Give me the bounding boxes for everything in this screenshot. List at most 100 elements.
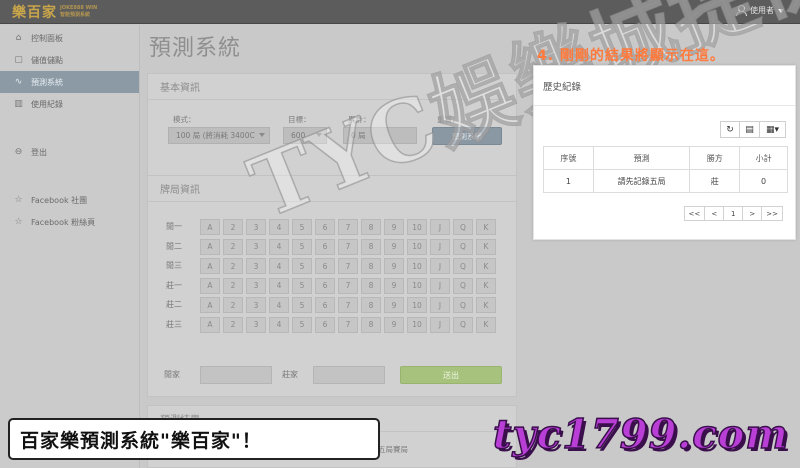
card-button[interactable]: 5 (292, 277, 312, 294)
card-button[interactable]: 8 (361, 219, 381, 235)
card-button[interactable]: 4 (269, 316, 289, 333)
card-button[interactable]: Q (453, 316, 473, 333)
brand-logo[interactable]: 樂百家 JOKE888 WIN 智能預測系統 (12, 3, 97, 21)
card-button[interactable]: 3 (246, 297, 266, 313)
reset-button[interactable]: 預測系統 (432, 127, 502, 145)
sidebar-item-facebook-group[interactable]: ☆ Facebook 社團 (0, 189, 139, 211)
card-button[interactable]: 7 (338, 297, 358, 313)
banker-result-field[interactable] (313, 366, 385, 384)
card-button[interactable]: 10 (407, 238, 427, 255)
sidebar-item-dashboard[interactable]: ⌂ 控制面板 (0, 27, 139, 49)
card-button[interactable]: 2 (223, 316, 243, 333)
columns-button[interactable]: ▤ (740, 121, 760, 138)
card-button[interactable]: J (430, 297, 450, 313)
card-button[interactable]: 2 (223, 258, 243, 274)
mode-select[interactable]: 100 局 (將消耗 3400C (168, 127, 270, 144)
refresh-button[interactable]: ↻ (720, 121, 740, 138)
card-button[interactable]: 5 (292, 316, 312, 333)
card-button[interactable]: A (200, 316, 220, 333)
card-button[interactable]: K (476, 238, 496, 255)
card-button[interactable]: 3 (246, 277, 266, 294)
card-button[interactable]: 3 (246, 258, 266, 274)
sidebar-item-prediction[interactable]: ∿ 預測系統 (0, 71, 139, 93)
card-button[interactable]: 6 (315, 297, 335, 313)
sidebar-item-records[interactable]: ▥ 使用紀錄 (0, 93, 139, 115)
card-button[interactable]: 5 (292, 219, 312, 235)
card-button[interactable]: 6 (315, 258, 335, 274)
card-button[interactable]: 9 (384, 297, 404, 313)
card-button[interactable]: A (200, 219, 220, 235)
card-button[interactable]: J (430, 316, 450, 333)
card-button[interactable]: 2 (223, 238, 243, 255)
card-button[interactable]: A (200, 258, 220, 274)
page-prev-button[interactable]: < (705, 206, 725, 221)
card-button[interactable]: 6 (315, 316, 335, 333)
card-button[interactable]: 3 (246, 238, 266, 255)
page-current-button[interactable]: 1 (724, 206, 744, 221)
card-button[interactable]: 9 (384, 277, 404, 294)
card-button[interactable]: 7 (338, 258, 358, 274)
page-next-button[interactable]: > (743, 206, 763, 221)
card-button[interactable]: 3 (246, 219, 266, 235)
card-button[interactable]: 4 (269, 277, 289, 294)
column-header[interactable]: 預測 (592, 146, 691, 170)
card-button[interactable]: 9 (384, 316, 404, 333)
card-button[interactable]: K (476, 219, 496, 235)
sidebar-item-topup[interactable]: ▢ 儲值儲點 (0, 49, 139, 71)
card-button[interactable]: 10 (407, 219, 427, 235)
card-button[interactable]: J (430, 258, 450, 274)
card-button[interactable]: 8 (361, 238, 381, 255)
card-button[interactable]: 8 (361, 258, 381, 274)
card-button[interactable]: A (200, 297, 220, 313)
target-select[interactable]: 600 (283, 127, 327, 144)
page-first-button[interactable]: << (683, 206, 706, 221)
submit-button[interactable]: 送出 (400, 366, 502, 384)
card-button[interactable]: 5 (292, 238, 312, 255)
column-header[interactable]: 勝方 (689, 146, 741, 170)
page-last-button[interactable]: >> (762, 206, 783, 221)
card-button[interactable]: 4 (269, 238, 289, 255)
card-button[interactable]: K (476, 316, 496, 333)
card-button[interactable]: 9 (384, 219, 404, 235)
card-button[interactable]: Q (453, 258, 473, 274)
card-button[interactable]: 10 (407, 297, 427, 313)
card-button[interactable]: 8 (361, 277, 381, 294)
card-button[interactable]: Q (453, 238, 473, 255)
card-button[interactable]: 6 (315, 219, 335, 235)
card-button[interactable]: Q (453, 219, 473, 235)
sidebar-item-logout[interactable]: ⊖ 登出 (0, 141, 139, 163)
card-button[interactable]: 7 (338, 219, 358, 235)
card-button[interactable]: J (430, 219, 450, 235)
card-button[interactable]: 9 (384, 238, 404, 255)
player-result-field[interactable] (200, 366, 272, 384)
card-button[interactable]: 2 (223, 297, 243, 313)
card-button[interactable]: Q (453, 277, 473, 294)
card-button[interactable]: 4 (269, 297, 289, 313)
sidebar-item-facebook-page[interactable]: ☆ Facebook 粉絲頁 (0, 211, 139, 233)
card-button[interactable]: K (476, 297, 496, 313)
card-button[interactable]: 10 (407, 316, 427, 333)
card-button[interactable]: 10 (407, 258, 427, 274)
card-button[interactable]: J (430, 238, 450, 255)
card-button[interactable]: 8 (361, 316, 381, 333)
card-button[interactable]: 8 (361, 297, 381, 313)
card-button[interactable]: 7 (338, 277, 358, 294)
card-button[interactable]: A (200, 238, 220, 255)
card-button[interactable]: K (476, 277, 496, 294)
user-menu[interactable]: 使用者 (736, 5, 784, 16)
card-button[interactable]: J (430, 277, 450, 294)
card-button[interactable]: 2 (223, 277, 243, 294)
grid-menu-button[interactable]: ▦▾ (760, 121, 786, 138)
card-button[interactable]: 6 (315, 277, 335, 294)
card-button[interactable]: K (476, 258, 496, 274)
card-button[interactable]: 7 (338, 238, 358, 255)
card-button[interactable]: 6 (315, 238, 335, 255)
card-button[interactable]: 4 (269, 219, 289, 235)
card-button[interactable]: 2 (223, 219, 243, 235)
card-button[interactable]: A (200, 277, 220, 294)
card-button[interactable]: 5 (292, 297, 312, 313)
column-header[interactable]: 序號 (543, 146, 594, 170)
card-button[interactable]: 10 (407, 277, 427, 294)
card-button[interactable]: 3 (246, 316, 266, 333)
card-button[interactable]: 7 (338, 316, 358, 333)
